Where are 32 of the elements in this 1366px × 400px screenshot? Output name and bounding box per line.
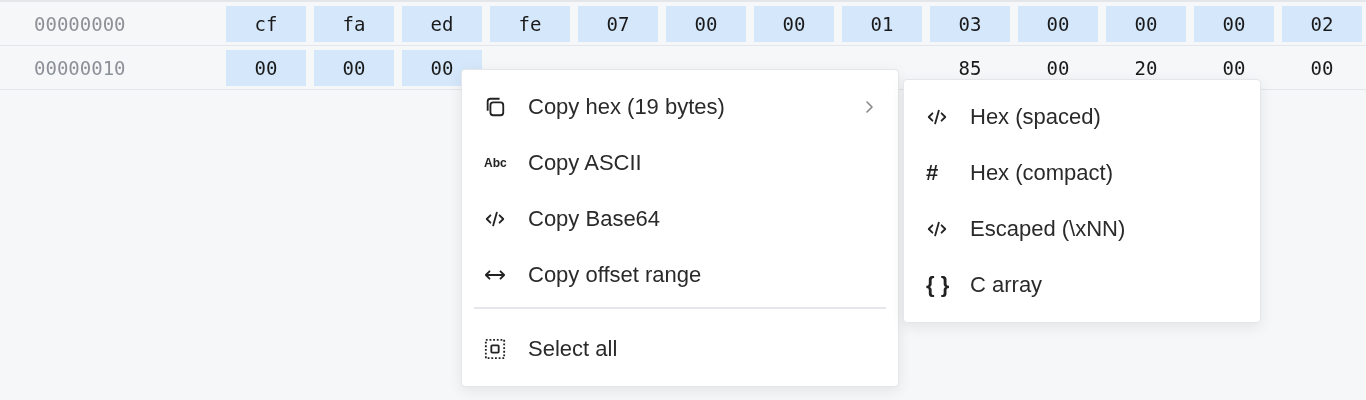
submenu-item[interactable]: Escaped (\xNN) [916, 201, 1248, 257]
submenu-item[interactable]: Hex (spaced) [916, 89, 1248, 145]
hex-byte-cell[interactable]: 00 [1194, 5, 1274, 42]
submenu-item[interactable]: # Hex (compact) [916, 145, 1248, 201]
double-arrow-icon [484, 268, 506, 282]
hex-byte-cell[interactable]: 00 [1282, 49, 1362, 86]
hex-byte-cell[interactable]: fe [490, 5, 570, 42]
symbol-icon: { } [926, 272, 950, 298]
hex-byte-cell[interactable]: 07 [578, 5, 658, 42]
symbol-icon: # [926, 160, 939, 186]
hex-byte-cell[interactable]: cf [226, 5, 306, 42]
copy-icon [484, 96, 506, 118]
submenu-item[interactable]: { } C array [916, 257, 1248, 313]
menu-item[interactable]: Copy Base64 [474, 191, 886, 247]
text-icon: Abc [484, 156, 507, 170]
hex-byte-cell[interactable]: 01 [842, 5, 922, 42]
offset-label: 00000010 [33, 56, 127, 79]
hex-byte-cell[interactable]: 00 [226, 49, 306, 86]
offset-label: 00000000 [33, 12, 127, 35]
hex-byte-cell[interactable]: 00 [1106, 5, 1186, 42]
hex-byte-cell[interactable]: 00 [314, 49, 394, 86]
hex-byte-cell[interactable]: ed [402, 5, 482, 42]
menu-item[interactable]: Copy offset range [474, 247, 886, 303]
hex-byte-cell[interactable]: 00 [666, 5, 746, 42]
hex-byte-cell[interactable]: 00 [754, 5, 834, 42]
hex-byte-cell[interactable]: 00 [1018, 5, 1098, 42]
select-all-icon [484, 338, 506, 360]
hex-byte-cell[interactable]: 03 [930, 5, 1010, 42]
hex-byte-cell[interactable]: fa [314, 5, 394, 42]
menu-item[interactable]: Select all [474, 321, 886, 377]
hex-byte-cell[interactable]: 02 [1282, 5, 1362, 42]
menu-item[interactable]: Abc Copy ASCII [474, 135, 886, 191]
